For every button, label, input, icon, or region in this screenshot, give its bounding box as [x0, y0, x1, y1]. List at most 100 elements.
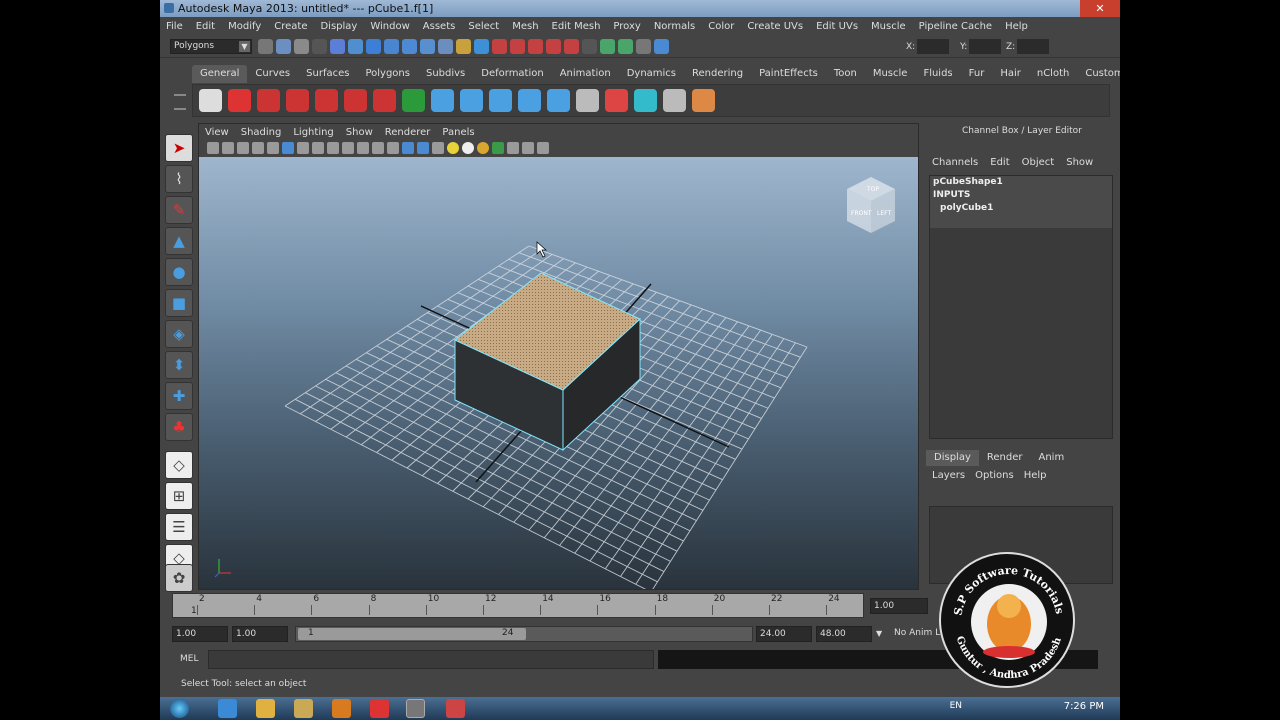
history-icon[interactable]	[582, 39, 597, 54]
default-lighting-icon[interactable]	[447, 142, 459, 154]
bookmark-icon[interactable]	[222, 142, 234, 154]
menu-color[interactable]: Color	[708, 21, 734, 32]
maya-taskbar-icon[interactable]	[406, 699, 425, 718]
soft-mod-icon[interactable]: ⬍	[165, 351, 193, 379]
menu-file[interactable]: File	[166, 21, 183, 32]
cb-menu-object[interactable]: Object	[1022, 157, 1055, 168]
film-gate-icon[interactable]	[297, 142, 309, 154]
time-slider[interactable]: 1 2 4 6 8 10 12 14 16 18 20 22 24	[172, 593, 864, 618]
viewcube[interactable]: TOP FRONT LEFT	[847, 177, 895, 233]
save-scene-icon[interactable]	[294, 39, 309, 54]
material-icon[interactable]	[634, 89, 657, 112]
snap-view-icon[interactable]	[546, 39, 561, 54]
shadows-icon[interactable]	[477, 142, 489, 154]
move-tool-icon[interactable]: ▲	[165, 227, 193, 255]
shelf-tab-fluids[interactable]: Fluids	[915, 65, 960, 83]
select-component-icon[interactable]	[348, 39, 363, 54]
snap-grid-icon[interactable]	[492, 39, 507, 54]
green-arrow-icon[interactable]	[402, 89, 425, 112]
ep-curve-icon[interactable]	[286, 89, 309, 112]
lasso-tool-icon[interactable]: ⌇	[165, 165, 193, 193]
field-chart-icon[interactable]	[342, 142, 354, 154]
anim-layer-chevron-icon[interactable]: ▼	[876, 626, 890, 642]
all-lights-icon[interactable]	[462, 142, 474, 154]
2d-pan-icon[interactable]	[252, 142, 264, 154]
mask-uv-icon[interactable]	[420, 39, 435, 54]
shelf-tab-ncloth[interactable]: nCloth	[1029, 65, 1077, 83]
menu-select[interactable]: Select	[468, 21, 499, 32]
paint-brush-icon[interactable]	[692, 89, 715, 112]
menu-window[interactable]: Window	[370, 21, 409, 32]
range-slider[interactable]: 1 24	[295, 626, 753, 642]
list-icon[interactable]	[576, 89, 599, 112]
menu-modify[interactable]: Modify	[228, 21, 261, 32]
help-question-icon[interactable]	[228, 89, 251, 112]
menu-assets[interactable]: Assets	[423, 21, 456, 32]
share-icon[interactable]	[537, 142, 549, 154]
close-window-button[interactable]: ✕	[1080, 0, 1120, 17]
xray-joints-icon[interactable]	[522, 142, 534, 154]
panel-menu-panels[interactable]: Panels	[442, 127, 474, 138]
shelf-tab-fur[interactable]: Fur	[961, 65, 993, 83]
panel-menu-show[interactable]: Show	[346, 127, 373, 138]
safe-action-icon[interactable]	[357, 142, 369, 154]
safe-title-icon[interactable]	[372, 142, 384, 154]
playback-end-field[interactable]: 24.00	[756, 626, 812, 642]
menu-edit[interactable]: Edit	[196, 21, 215, 32]
curve-tool-icon[interactable]	[257, 89, 280, 112]
gate-mask-icon[interactable]	[327, 142, 339, 154]
resolution-gate-icon[interactable]	[312, 142, 324, 154]
light-icon[interactable]	[605, 89, 628, 112]
layer-menu-options[interactable]: Options	[975, 470, 1014, 481]
mask-face-icon[interactable]	[402, 39, 417, 54]
isolate-select-icon[interactable]	[507, 142, 519, 154]
current-time-field[interactable]: 1.00	[870, 598, 928, 614]
render-settings-icon[interactable]	[636, 39, 651, 54]
command-input[interactable]	[208, 650, 654, 669]
chrome-icon[interactable]	[256, 699, 275, 718]
question-icon[interactable]	[438, 39, 453, 54]
ipr-render-icon[interactable]	[618, 39, 633, 54]
smooth-shade-icon[interactable]	[402, 142, 414, 154]
command-language-label[interactable]: MEL	[180, 654, 198, 664]
layer-tab-anim[interactable]: Anim	[1030, 450, 1072, 466]
revolve-icon[interactable]	[373, 89, 396, 112]
shelf-tab-subdivs[interactable]: Subdivs	[418, 65, 473, 83]
sphere-icon[interactable]	[431, 89, 454, 112]
anim-layer-label[interactable]: No Anim La	[894, 628, 946, 638]
shape-node-item[interactable]: pCubeShape1	[930, 176, 1112, 189]
menu-muscle[interactable]: Muscle	[871, 21, 906, 32]
x-field[interactable]	[917, 39, 950, 54]
open-scene-icon[interactable]	[276, 39, 291, 54]
xray-icon[interactable]	[492, 142, 504, 154]
select-tool-icon[interactable]: ➤	[165, 134, 193, 162]
wireframe-icon[interactable]	[387, 142, 399, 154]
opera-icon[interactable]	[370, 699, 389, 718]
make-live-icon[interactable]	[564, 39, 579, 54]
paint-select-icon[interactable]: ✎	[165, 196, 193, 224]
shelf-tab-animation[interactable]: Animation	[552, 65, 619, 83]
cb-menu-show[interactable]: Show	[1066, 157, 1093, 168]
rotate-tool-icon[interactable]: ●	[165, 258, 193, 286]
pencil-curve-icon[interactable]	[315, 89, 338, 112]
arc-tool-icon[interactable]	[344, 89, 367, 112]
new-scene-icon[interactable]	[258, 39, 273, 54]
snap-point-icon[interactable]	[528, 39, 543, 54]
shelf-tab-muscle[interactable]: Muscle	[865, 65, 916, 83]
menu-set-dropdown[interactable]: Polygons ▼	[170, 39, 252, 54]
menu-help[interactable]: Help	[1005, 21, 1028, 32]
select-object-icon[interactable]	[330, 39, 345, 54]
mask-vertex-icon[interactable]	[366, 39, 381, 54]
last-tool-icon[interactable]: ♣	[165, 413, 193, 441]
grid-toggle-icon[interactable]	[282, 142, 294, 154]
outliner-layout-icon[interactable]: ☰	[165, 513, 193, 541]
recorder-icon[interactable]	[446, 699, 465, 718]
menu-proxy[interactable]: Proxy	[613, 21, 640, 32]
image-plane-icon[interactable]	[237, 142, 249, 154]
menu-edit-uvs[interactable]: Edit UVs	[816, 21, 858, 32]
ik-handle-icon[interactable]	[489, 89, 512, 112]
menu-create[interactable]: Create	[274, 21, 307, 32]
skin-bind-icon[interactable]	[547, 89, 570, 112]
cb-menu-edit[interactable]: Edit	[990, 157, 1009, 168]
film-reel-icon[interactable]	[199, 89, 222, 112]
